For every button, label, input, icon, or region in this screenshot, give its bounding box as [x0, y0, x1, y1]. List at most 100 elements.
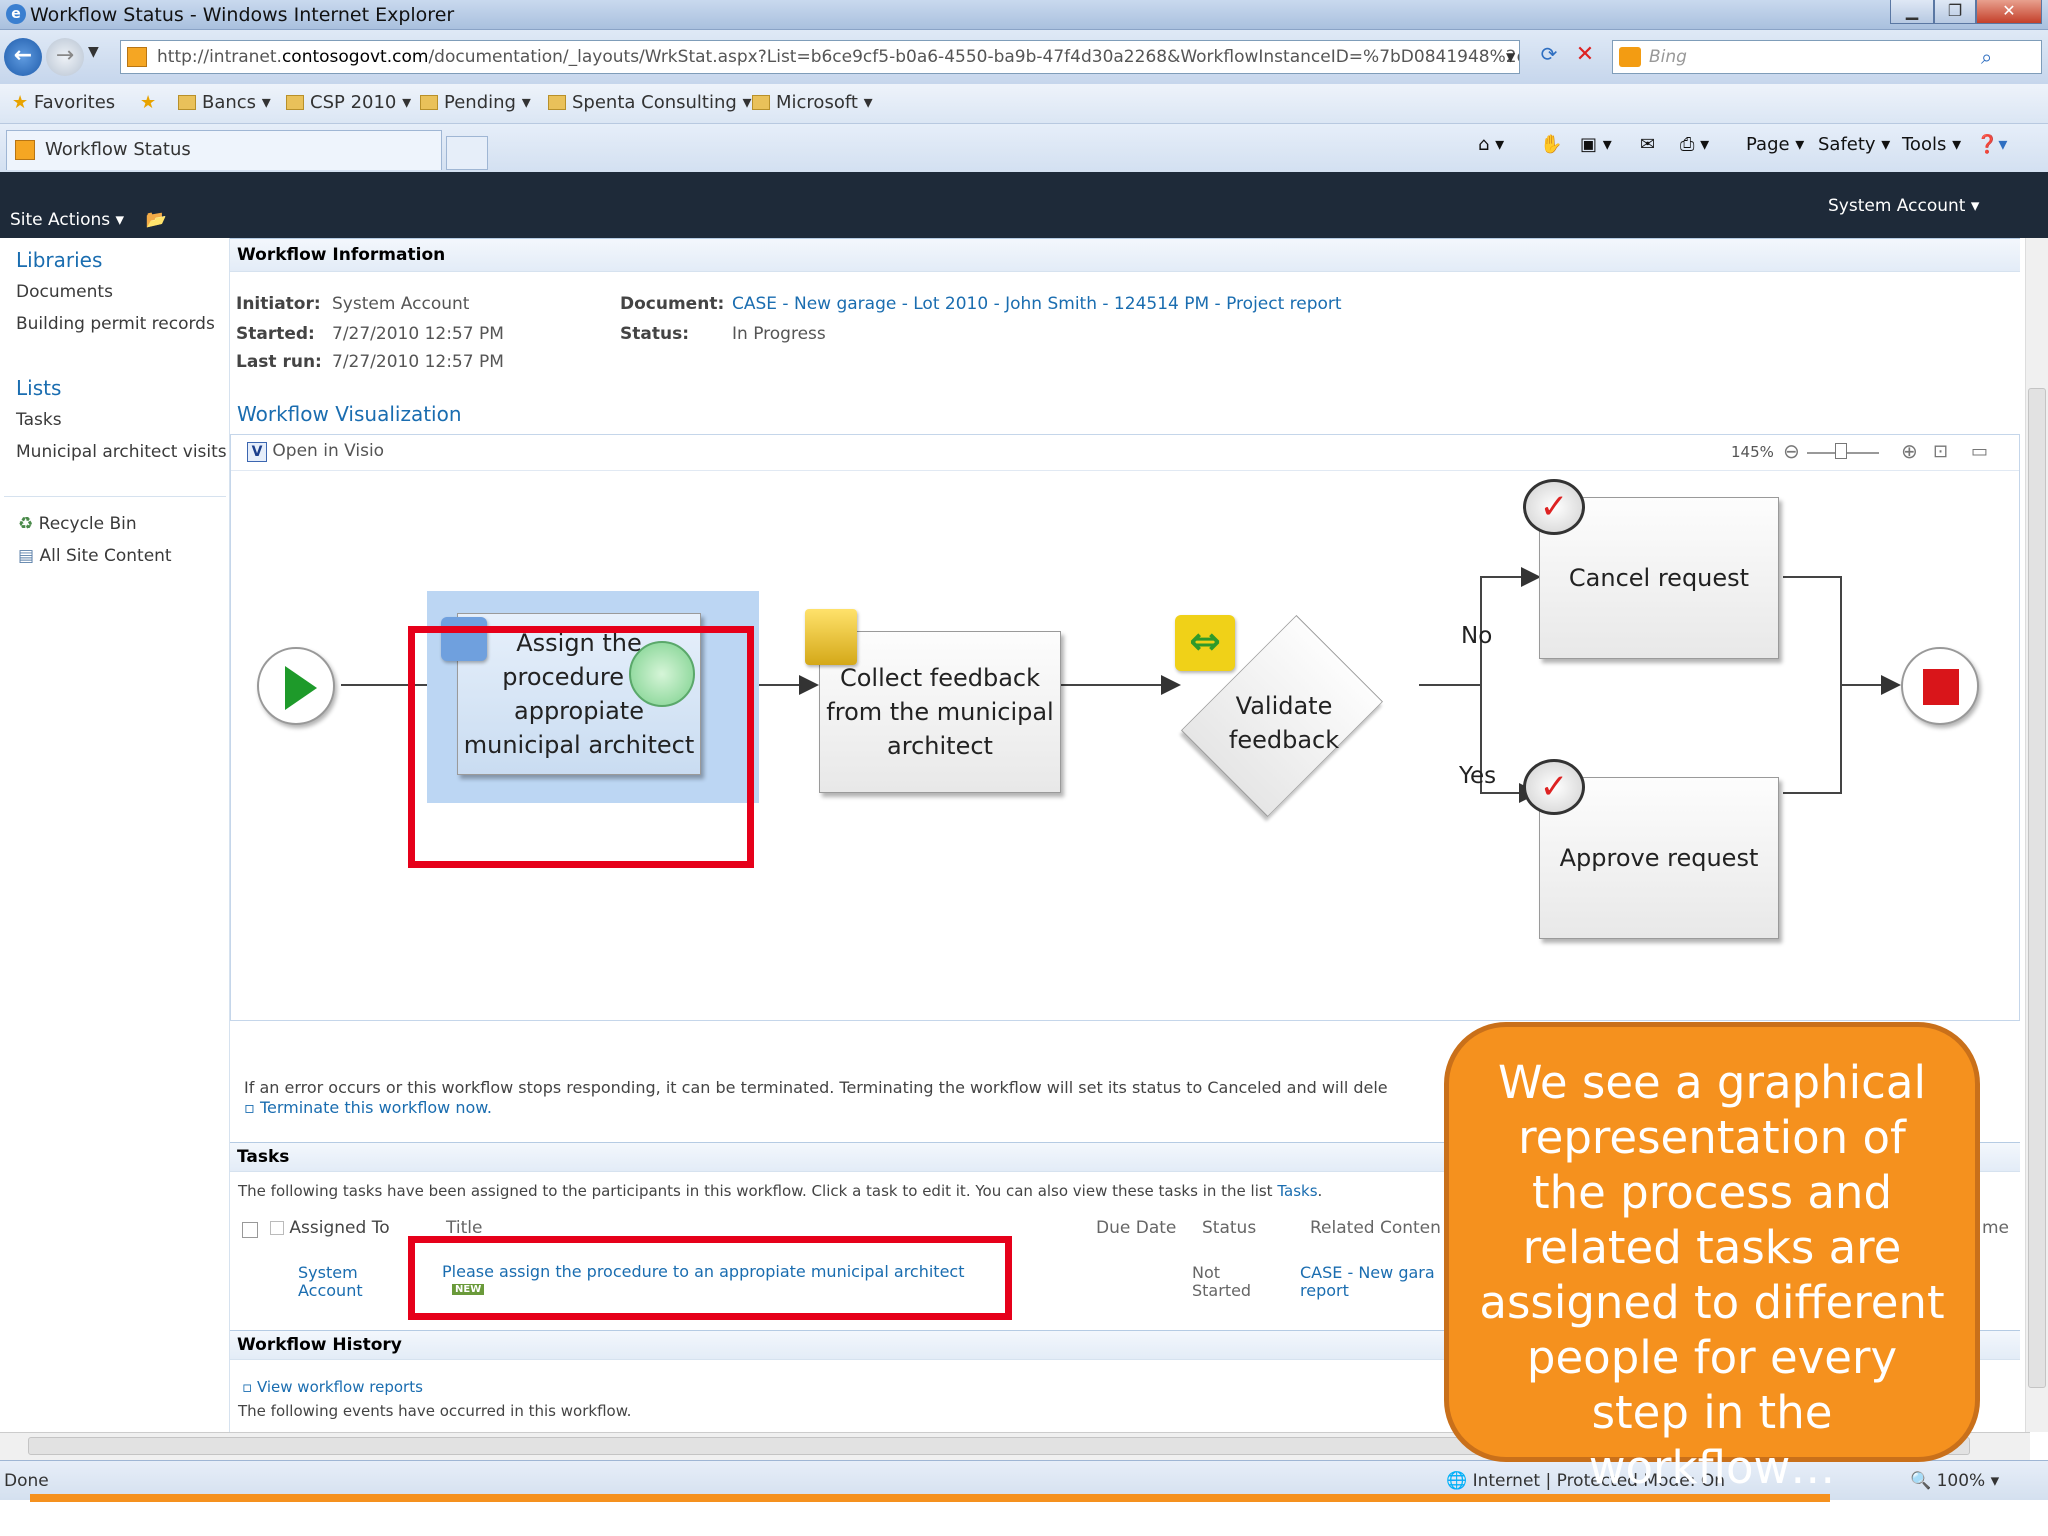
account-menu[interactable]: System Account ▾	[1828, 196, 1979, 216]
tools-menu[interactable]: Tools ▾	[1902, 134, 1961, 155]
ie-logo-icon: e	[6, 4, 26, 24]
nav-item-municipal-architect-visits[interactable]: Municipal architect visits	[16, 442, 227, 462]
branch-no-label: No	[1461, 623, 1493, 649]
task-related-content-link[interactable]: CASE - New gara report	[1300, 1264, 1450, 1300]
task-assigned-to-link[interactable]: System Account	[298, 1264, 388, 1300]
zoom-control[interactable]: 🔍 100% ▾	[1910, 1471, 1999, 1491]
close-window-button[interactable]: ✕	[1976, 0, 2042, 24]
feeds-icon[interactable]: ✋	[1540, 134, 1562, 155]
help-icon[interactable]: ❓▾	[1976, 134, 2007, 155]
nav-heading-lists[interactable]: Lists	[16, 376, 61, 400]
sharepoint-ribbon-header: Site Actions ▾ 📂 System Account ▾	[0, 172, 2048, 238]
started-label: Started:	[236, 324, 315, 344]
refresh-icon[interactable]: ⟳	[1532, 42, 1566, 74]
new-tab-button[interactable]	[446, 136, 488, 170]
terminate-description: If an error occurs or this workflow stop…	[244, 1078, 1388, 1097]
compare-arrows-icon: ⇔	[1175, 615, 1235, 671]
stop-icon[interactable]: ✕	[1568, 42, 1602, 74]
nav-heading-libraries[interactable]: Libraries	[16, 248, 102, 272]
nav-divider	[4, 496, 226, 497]
step-approve-label: Approve request	[1559, 844, 1759, 872]
column-related-content[interactable]: Related Conten	[1310, 1218, 1441, 1238]
document-link[interactable]: CASE - New garage - Lot 2010 - John Smit…	[732, 294, 1342, 314]
task-status: Not Started	[1192, 1263, 1252, 1300]
stop-square-icon	[1923, 669, 1959, 705]
favorite-folder-csp2010[interactable]: CSP 2010 ▾	[286, 92, 411, 113]
nav-item-building-permit-records[interactable]: Building permit records	[16, 314, 215, 334]
full-screen-icon[interactable]: ▭	[1971, 441, 1988, 462]
tasks-intro: The following tasks have been assigned t…	[238, 1182, 1323, 1200]
folder-icon	[178, 95, 196, 110]
search-input[interactable]: Bing ⌕	[1612, 40, 2042, 74]
page-favicon-icon	[127, 47, 147, 67]
favorites-bar: ★ Favorites ★ Bancs ▾ CSP 2010 ▾ Pending…	[0, 84, 2048, 124]
site-actions-menu[interactable]: Site Actions ▾ 📂	[10, 210, 167, 230]
status-label: Status:	[620, 324, 689, 344]
back-button[interactable]: ←	[4, 38, 42, 76]
globe-icon: 🌐	[1446, 1471, 1468, 1491]
quick-launch: Libraries Documents Building permit reco…	[0, 238, 230, 1432]
rss-icon[interactable]: ▣ ▾	[1580, 134, 1612, 155]
search-icon[interactable]: ⌕	[1981, 41, 1992, 73]
minimize-button[interactable]: ▁	[1890, 0, 1934, 24]
favorite-folder-spenta[interactable]: Spenta Consulting ▾	[548, 92, 752, 113]
branch-yes-label: Yes	[1459, 763, 1497, 789]
column-title[interactable]: Title	[446, 1218, 482, 1238]
favorite-folder-pending[interactable]: Pending ▾	[420, 92, 531, 113]
view-workflow-reports-link[interactable]: ▫ View workflow reports	[242, 1378, 423, 1396]
callout-text: We see a graphical representation of the…	[1479, 1056, 1945, 1494]
step-cancel-label: Cancel request	[1568, 564, 1750, 592]
terminate-workflow-link[interactable]: ▫ Terminate this workflow now.	[244, 1098, 492, 1117]
print-icon[interactable]: ⎙ ▾	[1680, 134, 1709, 155]
decision-validate-label: Validate feedback	[1228, 692, 1340, 754]
address-field[interactable]: http://intranet.contosogovt.com/document…	[120, 40, 1520, 74]
folder-icon	[752, 95, 770, 110]
window-titlebar: e Workflow Status - Windows Internet Exp…	[0, 0, 2048, 30]
home-icon[interactable]: ⌂ ▾	[1478, 134, 1504, 155]
forward-button[interactable]: →	[46, 38, 84, 76]
page-menu[interactable]: Page ▾	[1746, 134, 1804, 155]
column-status[interactable]: Status	[1202, 1218, 1256, 1238]
workflow-action-icon: ✓	[1523, 759, 1585, 815]
column-due-date[interactable]: Due Date	[1096, 1218, 1176, 1238]
nav-item-recycle-bin[interactable]: ♻ Recycle Bin	[18, 514, 137, 534]
magnifier-icon: 🔍	[1910, 1471, 1932, 1491]
nav-item-documents[interactable]: Documents	[16, 282, 113, 302]
play-icon	[285, 666, 317, 710]
highlight-task-box	[408, 1236, 1012, 1320]
address-toolbar: ← → ▼ http://intranet.contosogovt.com/do…	[0, 30, 2048, 84]
nav-item-all-site-content[interactable]: ▤ All Site Content	[18, 546, 172, 566]
lastrun-label: Last run:	[236, 352, 322, 372]
column-outcome[interactable]: me	[1982, 1218, 2009, 1238]
column-assigned-to[interactable]: Assigned To	[270, 1218, 390, 1238]
favorite-folder-microsoft[interactable]: Microsoft ▾	[752, 92, 873, 113]
started-value: 7/27/2010 12:57 PM	[332, 324, 504, 344]
zoom-slider-thumb[interactable]	[1835, 443, 1847, 459]
vertical-scroll-thumb[interactable]	[2028, 388, 2046, 1388]
read-mail-icon[interactable]: ✉	[1640, 134, 1655, 155]
tab-workflow-status[interactable]: Workflow Status	[6, 130, 442, 170]
vertical-scrollbar[interactable]	[2025, 238, 2048, 1432]
navigate-up-icon[interactable]: 📂	[145, 210, 166, 230]
favorites-button[interactable]: ★ Favorites	[12, 92, 115, 113]
add-favorite-icon[interactable]: ★	[140, 92, 156, 113]
lastrun-value: 7/27/2010 12:57 PM	[332, 352, 504, 372]
favorite-folder-bancs[interactable]: Bancs ▾	[178, 92, 271, 113]
open-in-visio-button[interactable]: V Open in Visio	[247, 441, 384, 462]
address-dropdown-icon[interactable]: ▼	[1506, 50, 1515, 64]
workflow-information-header: Workflow Information	[230, 238, 2020, 272]
zoom-in-icon[interactable]: ⊕	[1901, 439, 1918, 463]
slide-accent-bar	[30, 1494, 1830, 1502]
tab-bar: Workflow Status ⌂ ▾ ✋ ▣ ▾ ✉ ⎙ ▾ Page ▾ S…	[0, 124, 2048, 172]
maximize-button[interactable]: ❐	[1934, 0, 1976, 24]
tasks-list-link[interactable]: Tasks	[1277, 1182, 1317, 1200]
safety-menu[interactable]: Safety ▾	[1818, 134, 1890, 155]
select-all-checkbox[interactable]	[242, 1222, 258, 1238]
fit-to-window-icon[interactable]: ⊡	[1933, 441, 1948, 462]
callout-annotation: We see a graphical representation of the…	[1444, 1022, 1980, 1494]
nav-item-tasks[interactable]: Tasks	[16, 410, 62, 430]
recent-pages-chevron-icon[interactable]: ▼	[88, 44, 99, 60]
zoom-out-icon[interactable]: ⊖	[1783, 439, 1800, 463]
status-value: In Progress	[732, 324, 826, 344]
visio-icon: V	[247, 442, 267, 462]
